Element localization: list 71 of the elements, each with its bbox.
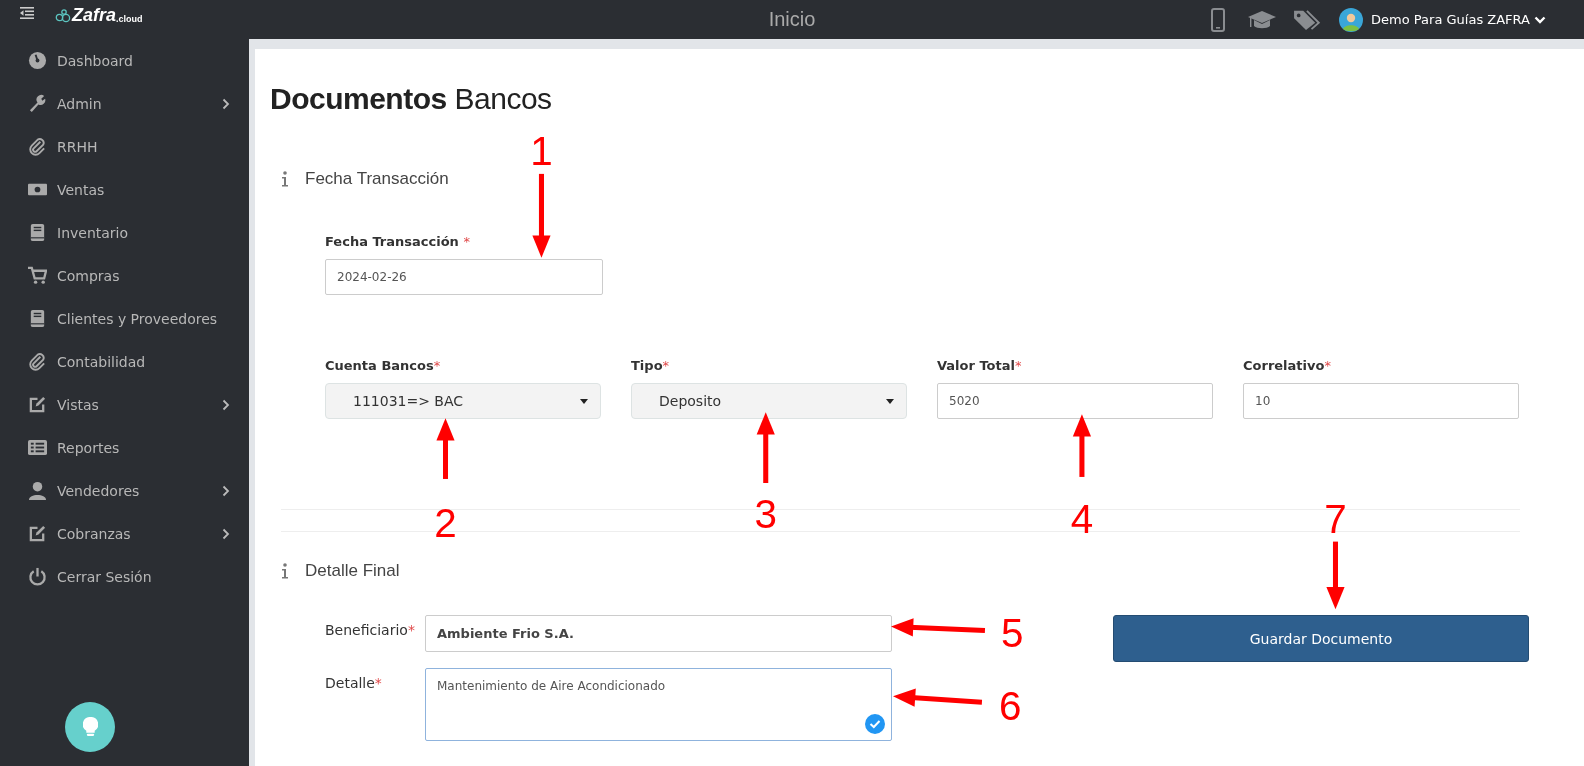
sidebar-item[interactable]: Cerrar Sesión bbox=[0, 555, 249, 598]
chevron-down-icon[interactable] bbox=[1534, 15, 1546, 24]
section-heading: Fecha Transacción bbox=[305, 169, 449, 189]
book-icon bbox=[28, 309, 47, 328]
sidebar-item[interactable]: Contabilidad bbox=[0, 340, 249, 383]
bubbles-icon bbox=[55, 8, 71, 23]
sidebar-item[interactable]: Inventario bbox=[0, 211, 249, 254]
caret-icon bbox=[580, 398, 588, 404]
help-button[interactable] bbox=[65, 702, 115, 752]
sidebar-item[interactable]: Compras bbox=[0, 254, 249, 297]
input-field[interactable]: 10 bbox=[1243, 383, 1519, 419]
sidebar-item[interactable]: Vendedores bbox=[0, 469, 249, 512]
phone-icon[interactable] bbox=[1211, 7, 1226, 32]
gauge-icon bbox=[28, 51, 47, 70]
avatar-icon[interactable] bbox=[1339, 7, 1364, 32]
logo-suffix: .cloud bbox=[116, 13, 143, 25]
section-heading: Detalle Final bbox=[305, 561, 400, 581]
annotation-number: 1 bbox=[530, 127, 553, 174]
field-label: Beneficiario* bbox=[325, 621, 416, 638]
annotation-number: 4 bbox=[1070, 495, 1094, 542]
field-label: Cuenta Bancos* bbox=[325, 358, 442, 373]
graduation-cap-icon[interactable] bbox=[1247, 8, 1278, 31]
annotation-arrow bbox=[1072, 414, 1091, 477]
sidebar-item[interactable]: Vistas bbox=[0, 383, 249, 426]
list-icon bbox=[28, 438, 47, 457]
sidebar-item[interactable]: Clientes y Proveedores bbox=[0, 297, 249, 340]
select-field[interactable]: 111031=> BAC bbox=[325, 383, 601, 419]
menu-toggle-icon[interactable] bbox=[20, 6, 34, 19]
info-icon bbox=[281, 171, 289, 187]
sidebar-item[interactable]: Admin bbox=[0, 82, 249, 125]
annotation-number: 5 bbox=[1001, 609, 1024, 656]
select-field[interactable]: Deposito bbox=[631, 383, 907, 419]
logo-text: Zafra bbox=[72, 4, 116, 25]
annotation-number: 6 bbox=[998, 683, 1022, 730]
field-label: Correlativo* bbox=[1243, 358, 1332, 373]
annotation-number: 7 bbox=[1324, 495, 1347, 542]
input-field[interactable]: Ambiente Frio S.A. bbox=[425, 615, 892, 652]
textarea-field[interactable]: Mantenimiento de Aire Acondicionado bbox=[425, 668, 892, 741]
page-title: Inicio bbox=[768, 8, 816, 31]
clip-icon bbox=[28, 137, 47, 156]
caret-icon bbox=[886, 398, 894, 404]
cart-icon bbox=[28, 266, 47, 285]
lightbulb-icon bbox=[82, 716, 98, 738]
user-icon bbox=[28, 481, 47, 500]
sidebar-item[interactable]: Reportes bbox=[0, 426, 249, 469]
annotation-arrow bbox=[756, 412, 775, 483]
tags-icon[interactable] bbox=[1291, 8, 1322, 31]
field-label: Tipo* bbox=[631, 358, 671, 373]
book-icon bbox=[28, 223, 47, 242]
date-field[interactable]: 2024-02-26 bbox=[325, 259, 603, 295]
edit-icon bbox=[28, 524, 47, 543]
user-name[interactable]: Demo Para Guías ZAFRA bbox=[1371, 12, 1530, 27]
sidebar-item[interactable]: Cobranzas bbox=[0, 512, 249, 555]
field-label: Detalle* bbox=[325, 674, 383, 691]
form-title: Documentos Bancos bbox=[270, 81, 553, 117]
sidebar-item[interactable]: RRHH bbox=[0, 125, 249, 168]
wrench-icon bbox=[28, 94, 47, 113]
annotation-arrow bbox=[436, 418, 455, 479]
save-button[interactable]: Guardar Documento bbox=[1113, 615, 1529, 662]
sidebar-item[interactable]: Dashboard bbox=[0, 39, 249, 82]
input-field[interactable]: 5020 bbox=[937, 383, 1213, 419]
clip-icon bbox=[28, 352, 47, 371]
sidebar-item[interactable]: Ventas bbox=[0, 168, 249, 211]
annotation-arrow bbox=[1326, 541, 1345, 610]
power-icon bbox=[28, 567, 47, 586]
annotation-number: 2 bbox=[434, 499, 457, 546]
info-icon bbox=[281, 563, 289, 579]
field-label: Fecha Transacción * bbox=[325, 234, 471, 249]
field-label: Valor Total* bbox=[937, 358, 1023, 373]
edit-icon bbox=[28, 395, 47, 414]
annotation-number: 3 bbox=[754, 491, 777, 538]
